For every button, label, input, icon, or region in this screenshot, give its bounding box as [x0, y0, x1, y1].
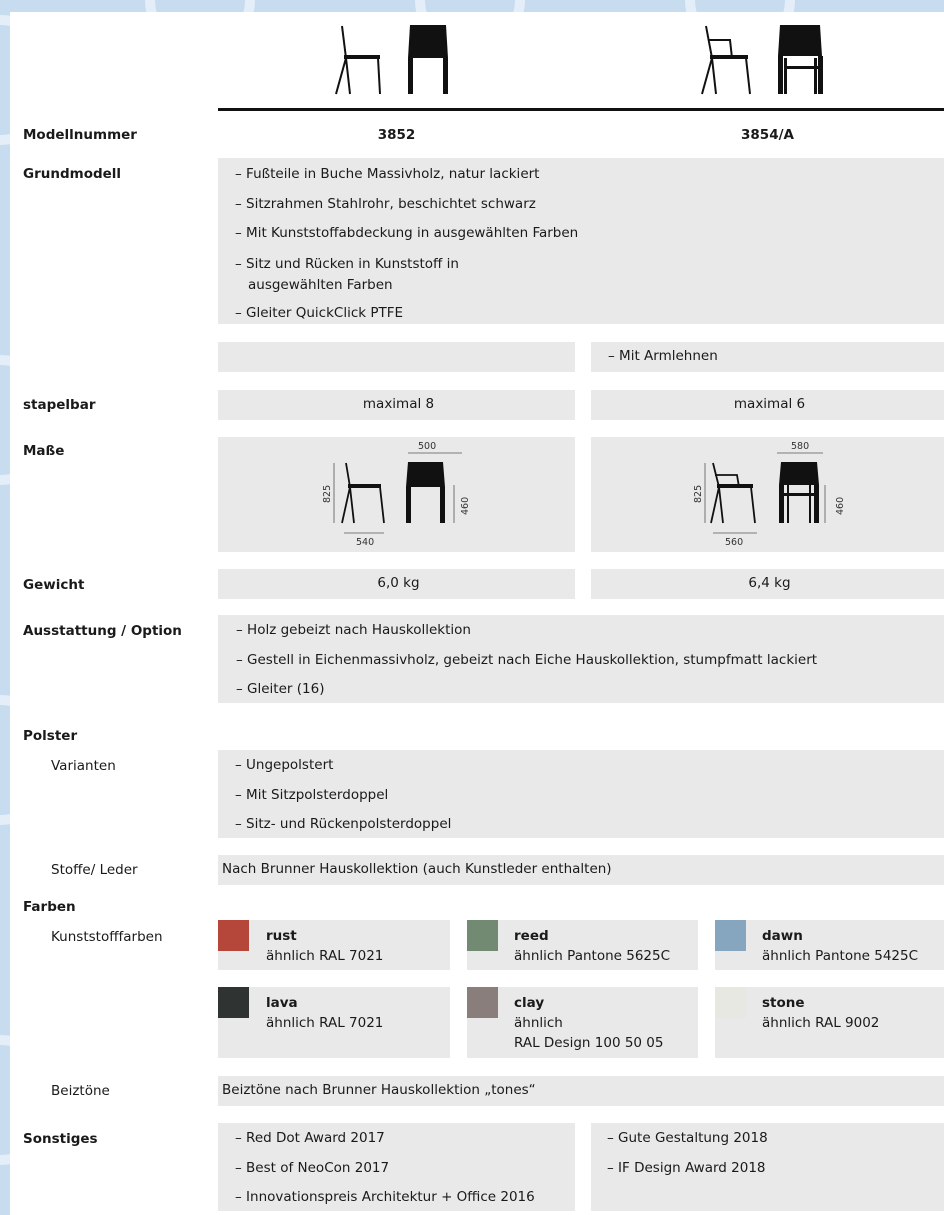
color-desc: ähnlich Pantone 5425C [762, 948, 919, 964]
color-desc: ähnlich RAL 7021 [266, 1015, 384, 1031]
variante-item: – Ungepolstert [235, 757, 334, 773]
color-swatch [218, 920, 249, 951]
color-desc: ähnlich Pantone 5625C [514, 948, 671, 964]
ausstattung-item: – Holz gebeizt nach Hauskollektion [236, 622, 471, 638]
varianten-box: – Ungepolstert – Mit Sitzpolsterdoppel –… [218, 750, 944, 838]
award-item: – IF Design Award 2018 [607, 1159, 766, 1176]
award-item: – Red Dot Award 2017 [235, 1130, 385, 1146]
beiztoene-label: Beiztöne [51, 1083, 110, 1099]
color-swatch [715, 920, 746, 951]
color-desc: RAL Design 100 50 05 [514, 1035, 664, 1051]
chair-3854a-icons [701, 25, 823, 95]
dim-width: 500 [418, 441, 436, 452]
polster-label: Polster [23, 728, 78, 744]
color-name: dawn [762, 928, 803, 944]
color-card-clay: clay ähnlich RAL Design 100 50 05 [467, 987, 698, 1058]
stapelbar-3854a: maximal 6 [591, 390, 944, 420]
color-card-lava: lava ähnlich RAL 7021 [218, 987, 450, 1058]
award-item: – Innovationspreis Architektur + Office … [235, 1189, 535, 1205]
color-name: clay [514, 995, 545, 1011]
color-swatch [467, 920, 498, 951]
ausstattung-box: – Holz gebeizt nach Hauskollektion – Ges… [218, 615, 944, 703]
dimension-drawing-3854a: 825 580 560 460 [693, 441, 846, 548]
model-3852: 3852 [377, 127, 416, 143]
dim-depth: 560 [725, 537, 743, 548]
dim-height: 825 [693, 485, 704, 503]
masse-3854a-box: 825 580 560 460 [591, 437, 944, 552]
gewicht-3854a: 6,4 kg [591, 569, 944, 599]
stoffe-cell: Nach Brunner Hauskollektion (auch Kunstl… [218, 855, 944, 885]
kunststofffarben-label: Kunststofffarben [51, 929, 163, 945]
color-swatch [467, 987, 498, 1018]
color-name: lava [266, 995, 298, 1011]
model-3854a: 3854/A [741, 127, 794, 143]
ausstattung-item: – Gestell in Eichenmassivholz, gebeizt n… [236, 651, 818, 668]
grundmodell-item: – Sitz und Rücken in Kunststoff in [235, 255, 459, 272]
color-name: rust [266, 928, 297, 944]
dim-seat: 460 [835, 497, 846, 515]
grundmodell-label: Grundmodell [23, 166, 122, 182]
modellnummer-label: Modellnummer [23, 127, 137, 143]
variante-item: – Sitz- und Rückenpolsterdoppel [235, 816, 452, 832]
sonstiges-left-box: – Red Dot Award 2017 – Best of NeoCon 20… [218, 1123, 575, 1211]
gewicht-label: Gewicht [23, 577, 85, 593]
armlehnen-cell: – Mit Armlehnen [591, 342, 944, 372]
grundmodell-item: – Fußteile in Buche Massivholz, natur la… [235, 166, 540, 182]
dim-seat: 460 [460, 497, 471, 515]
farben-label: Farben [23, 899, 76, 915]
ausstattung-label: Ausstattung / Option [23, 623, 182, 639]
color-card-reed: reed ähnlich Pantone 5625C [467, 920, 698, 970]
dim-width: 580 [791, 441, 809, 452]
variante-item: – Mit Sitzpolsterdoppel [235, 786, 389, 803]
dimension-drawing-3852: 825 500 540 460 [322, 441, 471, 548]
color-desc: ähnlich [514, 1015, 563, 1031]
color-card-dawn: dawn ähnlich Pantone 5425C [715, 920, 944, 970]
ausstattung-item: – Gleiter (16) [236, 681, 325, 697]
grundmodell-item: – Gleiter QuickClick PTFE [235, 304, 404, 321]
color-swatch [218, 987, 249, 1018]
color-swatch [715, 987, 746, 1018]
gewicht-3852: 6,0 kg [218, 569, 575, 599]
masse-3852-box: 825 500 540 460 [218, 437, 575, 552]
award-item: – Best of NeoCon 2017 [235, 1159, 390, 1176]
color-desc: ähnlich RAL 7021 [266, 948, 384, 964]
dim-depth: 540 [356, 537, 374, 548]
color-name: stone [762, 995, 805, 1011]
sonstiges-right-box: – Gute Gestaltung 2018 – IF Design Award… [591, 1123, 944, 1211]
color-desc: ähnlich RAL 9002 [762, 1015, 880, 1031]
grundmodell-item: ausgewählten Farben [248, 276, 393, 293]
grundmodell-box: – Fußteile in Buche Massivholz, natur la… [218, 158, 944, 324]
varianten-label: Varianten [51, 758, 116, 774]
color-card-stone: stone ähnlich RAL 9002 [715, 987, 944, 1058]
armlehnen-empty-cell [218, 342, 575, 372]
color-name: reed [514, 928, 549, 944]
chair-3852-icons [335, 25, 448, 95]
stapelbar-3852: maximal 8 [218, 390, 575, 420]
sonstiges-label: Sonstiges [23, 1131, 98, 1147]
grundmodell-item: – Sitzrahmen Stahlrohr, beschichtet schw… [235, 195, 536, 212]
stoffe-label: Stoffe/ Leder [51, 862, 138, 878]
masse-label: Maße [23, 443, 65, 459]
header-rule [218, 108, 944, 111]
beiztoene-cell: Beiztöne nach Brunner Hauskollektion „to… [218, 1076, 944, 1106]
award-item: – Gute Gestaltung 2018 [607, 1130, 768, 1146]
grundmodell-item: – Mit Kunststoffabdeckung in ausgewählte… [235, 225, 579, 241]
color-card-rust: rust ähnlich RAL 7021 [218, 920, 450, 970]
stapelbar-label: stapelbar [23, 397, 96, 413]
dim-height: 825 [322, 485, 333, 503]
